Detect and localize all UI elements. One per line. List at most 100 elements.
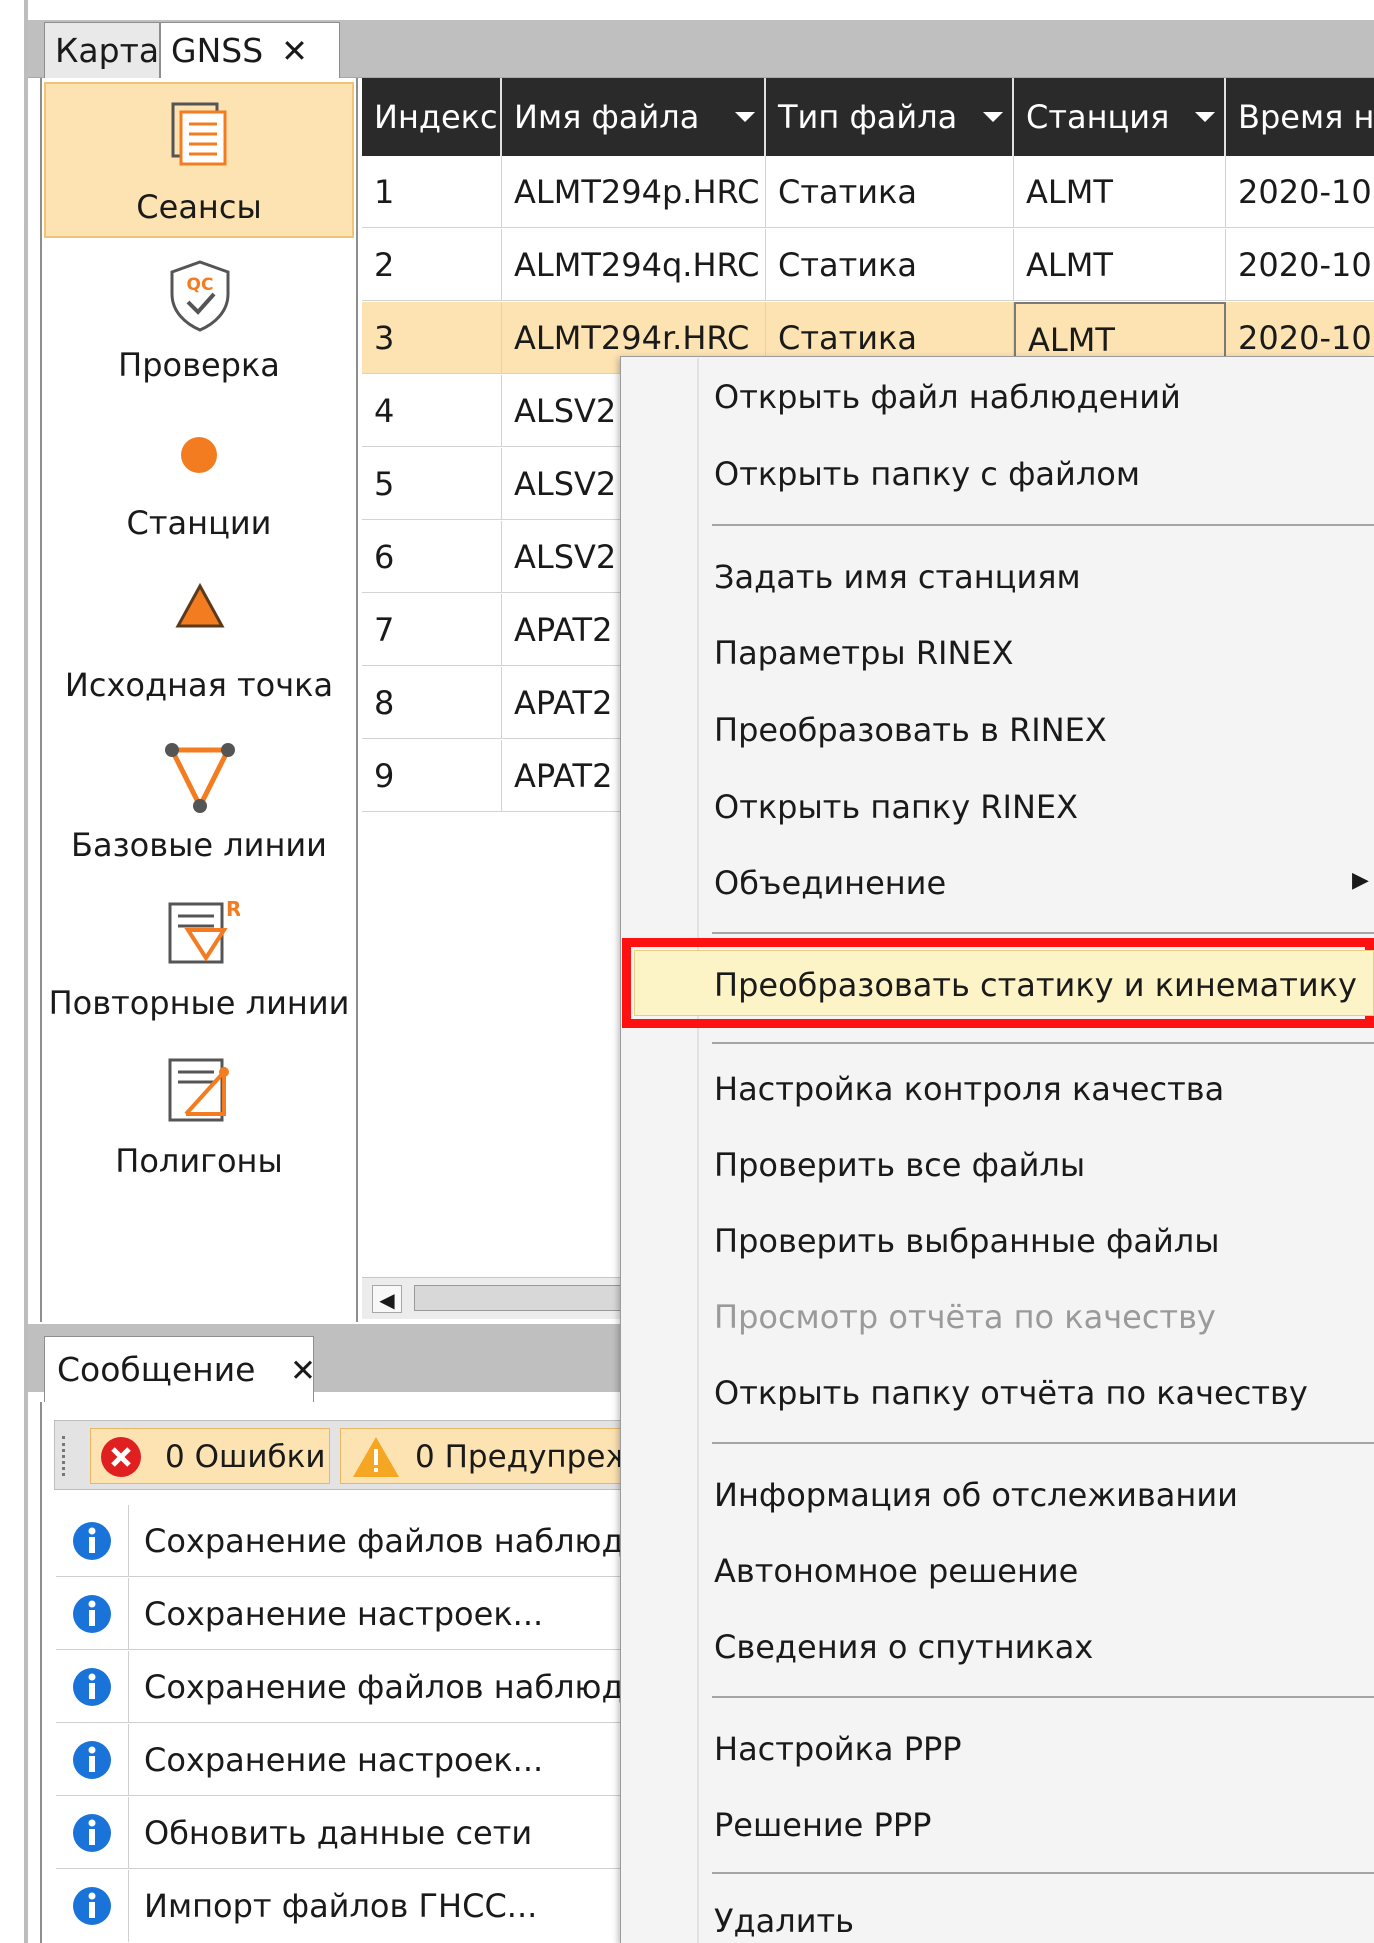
nav-item-repeat-lines[interactable]: R Повторные линии: [44, 888, 354, 1028]
nav-label-baselines: Базовые линии: [71, 826, 327, 864]
menu-item-open-quality-report-folder[interactable]: Открыть папку отчёта по качеству: [714, 1374, 1308, 1412]
nav-item-check[interactable]: QC Проверка: [44, 252, 354, 402]
column-header-index[interactable]: Индекс: [362, 78, 502, 156]
baselines-icon: [165, 743, 235, 813]
cell-start-time: 2020-10: [1238, 246, 1372, 284]
list-item[interactable]: Сохранение файлов наблюде: [56, 1651, 628, 1723]
tab-map[interactable]: Карта: [44, 22, 160, 78]
nav-item-polygons[interactable]: Полигоны: [44, 1046, 354, 1186]
info-icon: [73, 1668, 111, 1706]
menu-item-open-file-folder[interactable]: Открыть папку с файлом: [714, 455, 1140, 493]
close-icon[interactable]: ✕: [290, 1353, 316, 1389]
menu-item-set-station-names[interactable]: Задать имя станциям: [714, 558, 1081, 596]
menu-item-tracking-info[interactable]: Информация об отслеживании: [714, 1476, 1238, 1514]
scroll-left-arrow-icon[interactable]: ◀: [372, 1285, 402, 1313]
window-left-border: [24, 0, 28, 1943]
message-text: Сохранение настроек...: [144, 1595, 544, 1633]
message-text: Обновить данные сети: [144, 1814, 533, 1852]
station-dot-icon: [181, 437, 217, 473]
warnings-count-label: 0 Предупреж: [415, 1439, 628, 1475]
cell-file-name: ALMT294p.HRC: [502, 156, 766, 228]
list-item[interactable]: Сохранение файлов наблюде: [56, 1505, 628, 1577]
menu-icon-gutter: [697, 358, 699, 1943]
info-icon: [73, 1595, 111, 1633]
table-row[interactable]: 2 ALMT294q.HRC Статика ALMT 2020-10: [362, 229, 1374, 301]
qc-shield-icon: QC: [170, 260, 230, 332]
cell-station: ALMT: [1014, 156, 1226, 228]
menu-separator: [712, 1442, 1374, 1444]
menu-item-rinex-parameters[interactable]: Параметры RINEX: [714, 634, 1014, 672]
error-icon: [101, 1437, 141, 1477]
list-item[interactable]: Сохранение настроек...: [56, 1578, 628, 1650]
info-icon: [73, 1814, 111, 1852]
cell-index: 1: [362, 156, 502, 228]
tab-map-label: Карта: [55, 31, 160, 70]
message-text: Сохранение настроек...: [144, 1741, 544, 1779]
message-text: Сохранение файлов наблюде: [144, 1668, 628, 1706]
menu-item-open-rinex-folder[interactable]: Открыть папку RINEX: [714, 788, 1078, 826]
cell-index: 7: [362, 594, 502, 666]
column-header-file-name[interactable]: Имя файла ⏷: [502, 78, 766, 156]
tab-gnss[interactable]: GNSS ✕: [160, 22, 340, 80]
cell-index: 2: [362, 229, 502, 301]
menu-item-quality-control-settings[interactable]: Настройка контроля качества: [714, 1070, 1224, 1108]
triangle-icon: [175, 582, 225, 628]
column-header-file-type[interactable]: Тип файла ⏷: [766, 78, 1014, 156]
message-text: Сохранение файлов наблюде: [144, 1522, 628, 1560]
nav-item-stations[interactable]: Станции: [44, 418, 354, 548]
menu-separator: [712, 1042, 1374, 1044]
filter-icon[interactable]: ⏷: [982, 78, 1004, 156]
nav-label-sessions: Сеансы: [136, 188, 262, 226]
column-header-station[interactable]: Станция ⏷: [1014, 78, 1226, 156]
errors-filter-button[interactable]: 0 Ошибки: [90, 1428, 330, 1484]
list-item[interactable]: Сохранение настроек...: [56, 1724, 628, 1796]
menu-item-merge[interactable]: Объединение: [714, 864, 946, 902]
nav-item-origin-point[interactable]: Исходная точка: [44, 570, 354, 710]
scrollbar-thumb[interactable]: [414, 1285, 624, 1311]
filter-icon[interactable]: ⏷: [1194, 78, 1216, 156]
tab-messages-label: Сообщение: [57, 1350, 256, 1389]
menu-item-ppp-solution[interactable]: Решение PPP: [714, 1806, 931, 1844]
cell-station: ALMT: [1014, 229, 1226, 301]
column-header-start-time[interactable]: Время н: [1226, 78, 1374, 156]
tab-messages[interactable]: Сообщение ✕: [44, 1336, 316, 1402]
filter-icon[interactable]: ⏷: [734, 78, 756, 156]
menu-separator: [712, 1696, 1374, 1698]
nav-item-sessions[interactable]: Сеансы: [44, 82, 354, 238]
menu-separator: [712, 932, 1374, 934]
sessions-icon: [171, 102, 227, 166]
menu-item-satellite-info[interactable]: Сведения о спутниках: [714, 1628, 1093, 1666]
menu-item-check-selected-files[interactable]: Проверить выбранные файлы: [714, 1222, 1220, 1260]
polygons-icon: [168, 1058, 229, 1122]
warning-icon: [353, 1437, 399, 1477]
cell-file-name: ALMT294q.HRC: [502, 229, 766, 301]
list-item[interactable]: Импорт файлов ГНСС...: [56, 1870, 628, 1942]
menu-item-ppp-settings[interactable]: Настройка PPP: [714, 1730, 962, 1768]
menu-item-convert-static-kinematic[interactable]: Преобразовать статику и кинематику: [714, 966, 1357, 1004]
toolbar-grip-icon[interactable]: [62, 1436, 70, 1476]
window-left-edge: [0, 0, 26, 1943]
menu-separator: [712, 524, 1374, 526]
nav-label-repeat-lines: Повторные линии: [48, 984, 350, 1022]
info-icon: [73, 1522, 111, 1560]
table-row[interactable]: 1 ALMT294p.HRC Статика ALMT 2020-10: [362, 156, 1374, 228]
message-text: Импорт файлов ГНСС...: [144, 1887, 538, 1925]
info-icon: [73, 1887, 111, 1925]
repeat-lines-icon: R: [168, 897, 240, 964]
close-icon[interactable]: ✕: [281, 32, 308, 70]
menu-item-open-observation-file[interactable]: Открыть файл наблюдений: [714, 378, 1181, 416]
cell-index: 3: [362, 302, 502, 374]
warnings-filter-button[interactable]: 0 Предупреж: [340, 1428, 628, 1484]
menu-item-view-quality-report: Просмотр отчёта по качеству: [714, 1298, 1216, 1336]
list-item[interactable]: Обновить данные сети: [56, 1797, 628, 1869]
menu-item-convert-to-rinex[interactable]: Преобразовать в RINEX: [714, 711, 1107, 749]
cell-file-type: Статика: [766, 156, 1014, 228]
menu-item-autonomous-solution[interactable]: Автономное решение: [714, 1552, 1078, 1590]
menu-item-delete[interactable]: Удалить: [714, 1902, 854, 1940]
nav-item-baselines[interactable]: Базовые линии: [44, 730, 354, 870]
menu-item-check-all-files[interactable]: Проверить все файлы: [714, 1146, 1085, 1184]
qc-badge-text: QC: [187, 275, 214, 295]
nav-label-check: Проверка: [118, 346, 280, 384]
nav-label-stations: Станции: [126, 504, 272, 542]
submenu-arrow-icon: ▶: [1352, 868, 1369, 893]
